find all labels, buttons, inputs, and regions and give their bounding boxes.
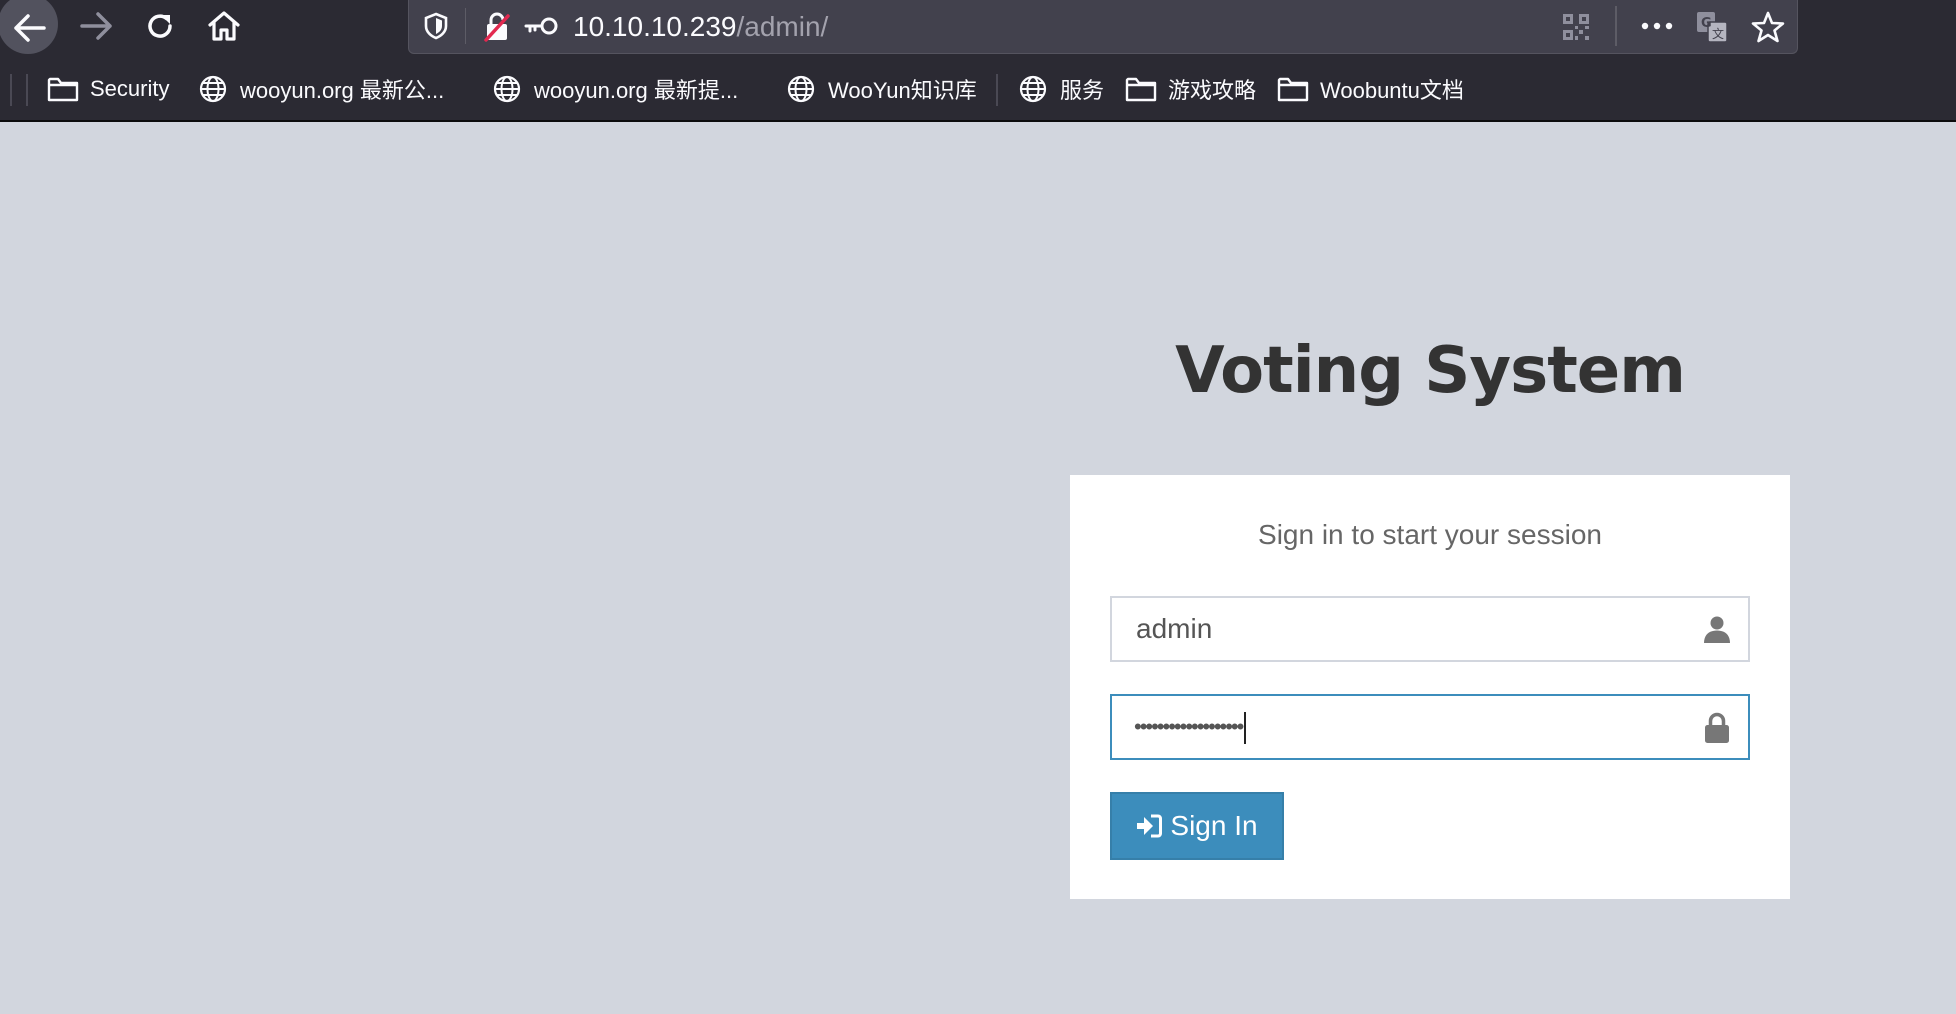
username-field[interactable]: admin [1110,596,1750,662]
bookmarks-divider [26,74,28,106]
url-host: 10.10.10.239 [573,11,737,42]
bookmarks-divider [996,74,998,106]
address-bar-divider-right [1615,6,1617,46]
lock-icon [1702,712,1732,749]
bookmark-label: wooyun.org 最新公... [240,78,445,103]
globe-icon [490,74,524,104]
back-button[interactable] [0,0,60,56]
qr-code-icon[interactable] [1561,12,1591,47]
bookmarks-toolbar: Security wooyun.org 最新公... wooyun.org 最新… [0,56,1956,122]
more-actions-icon[interactable] [1639,12,1675,45]
bookmark-woobuntu-docs[interactable]: Woobuntu文档 [1276,70,1464,108]
browser-toolbar: 10.10.10.239/admin/ G文 [0,0,1956,56]
user-icon [1702,614,1732,649]
bookmark-game-guides[interactable]: 游戏攻略 [1124,70,1256,108]
bookmarks-divider [10,74,12,106]
password-field[interactable]: ••••••••••••••••••• [1110,694,1750,760]
folder-icon [46,74,80,104]
bookmark-wooyun-knowledge[interactable]: WooYun知识库 [784,70,977,108]
svg-text:G: G [1701,16,1712,31]
sign-in-label: Sign In [1170,810,1258,841]
globe-icon [196,74,230,104]
bookmark-label: Security [90,76,170,101]
folder-icon [1124,74,1158,104]
sign-in-button[interactable]: Sign In [1110,792,1284,860]
password-value: ••••••••••••••••••• [1134,708,1247,746]
bookmark-star-icon[interactable] [1751,10,1785,49]
address-bar-divider [465,8,466,44]
bookmark-label: 游戏攻略 [1168,78,1257,103]
forward-button[interactable] [66,0,126,52]
insecure-lock-icon[interactable] [483,12,511,47]
sign-in-icon [1137,814,1163,838]
bookmark-services[interactable]: 服务 [1016,70,1104,108]
url-text[interactable]: 10.10.10.239/admin/ [573,10,828,44]
svg-text:文: 文 [1712,26,1724,41]
bookmark-label: WooYun知识库 [828,78,977,103]
bookmark-security[interactable]: Security [46,70,169,108]
globe-icon [1016,74,1050,104]
bookmark-wooyun-public[interactable]: wooyun.org 最新公... [196,70,444,108]
home-button[interactable] [194,0,254,52]
folder-icon [1276,74,1310,104]
reload-icon [148,14,172,38]
password-masked-text: ••••••••••••••••••• [1134,714,1244,739]
key-icon[interactable] [523,14,559,43]
bookmark-wooyun-submit[interactable]: wooyun.org 最新提... [490,70,738,108]
translate-icon[interactable]: G文 [1695,10,1729,49]
arrow-left-icon [14,14,46,42]
bookmark-label: 服务 [1060,78,1105,103]
reload-button[interactable] [130,0,190,52]
address-bar[interactable]: 10.10.10.239/admin/ G文 [408,0,1798,54]
text-caret [1244,712,1247,745]
globe-icon [784,74,818,104]
page-title: Voting System [1175,334,1686,408]
bookmark-label: wooyun.org 最新提... [534,78,739,103]
login-box: Sign in to start your session admin ••••… [1070,475,1790,899]
tracking-protection-shield-icon[interactable] [423,12,449,45]
bookmark-label: Woobuntu文档 [1320,78,1464,103]
login-message: Sign in to start your session [1258,519,1602,550]
username-value: admin [1136,613,1213,644]
url-path: /admin/ [736,11,829,42]
arrow-right-icon [80,12,112,40]
home-icon [208,11,240,41]
page-content: Voting System Sign in to start your sess… [0,124,1956,1014]
